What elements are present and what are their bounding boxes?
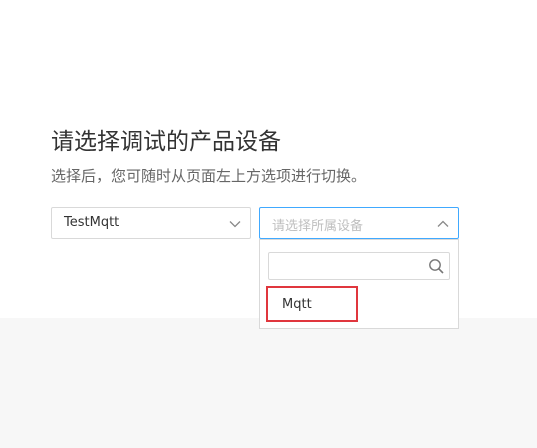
product-select-value: TestMqtt (64, 215, 120, 230)
product-select[interactable]: TestMqtt (51, 207, 251, 239)
bottom-area (0, 318, 537, 448)
top-strip (0, 0, 537, 38)
chevron-down-icon (229, 221, 241, 228)
search-icon[interactable] (428, 258, 445, 275)
page-title: 请选择调试的产品设备 (51, 129, 281, 155)
device-option-label: Mqtt (282, 297, 312, 312)
device-select[interactable]: 请选择所属设备 (259, 207, 459, 239)
device-option-mqtt[interactable]: Mqtt (266, 286, 358, 322)
device-search-box (268, 252, 450, 280)
device-select-placeholder: 请选择所属设备 (272, 219, 364, 234)
device-search-input[interactable] (275, 256, 425, 276)
page-subtitle: 选择后，您可随时从页面左上方选项进行切换。 (51, 167, 367, 185)
device-dropdown: Mqtt (259, 239, 459, 329)
chevron-up-icon (437, 220, 449, 227)
